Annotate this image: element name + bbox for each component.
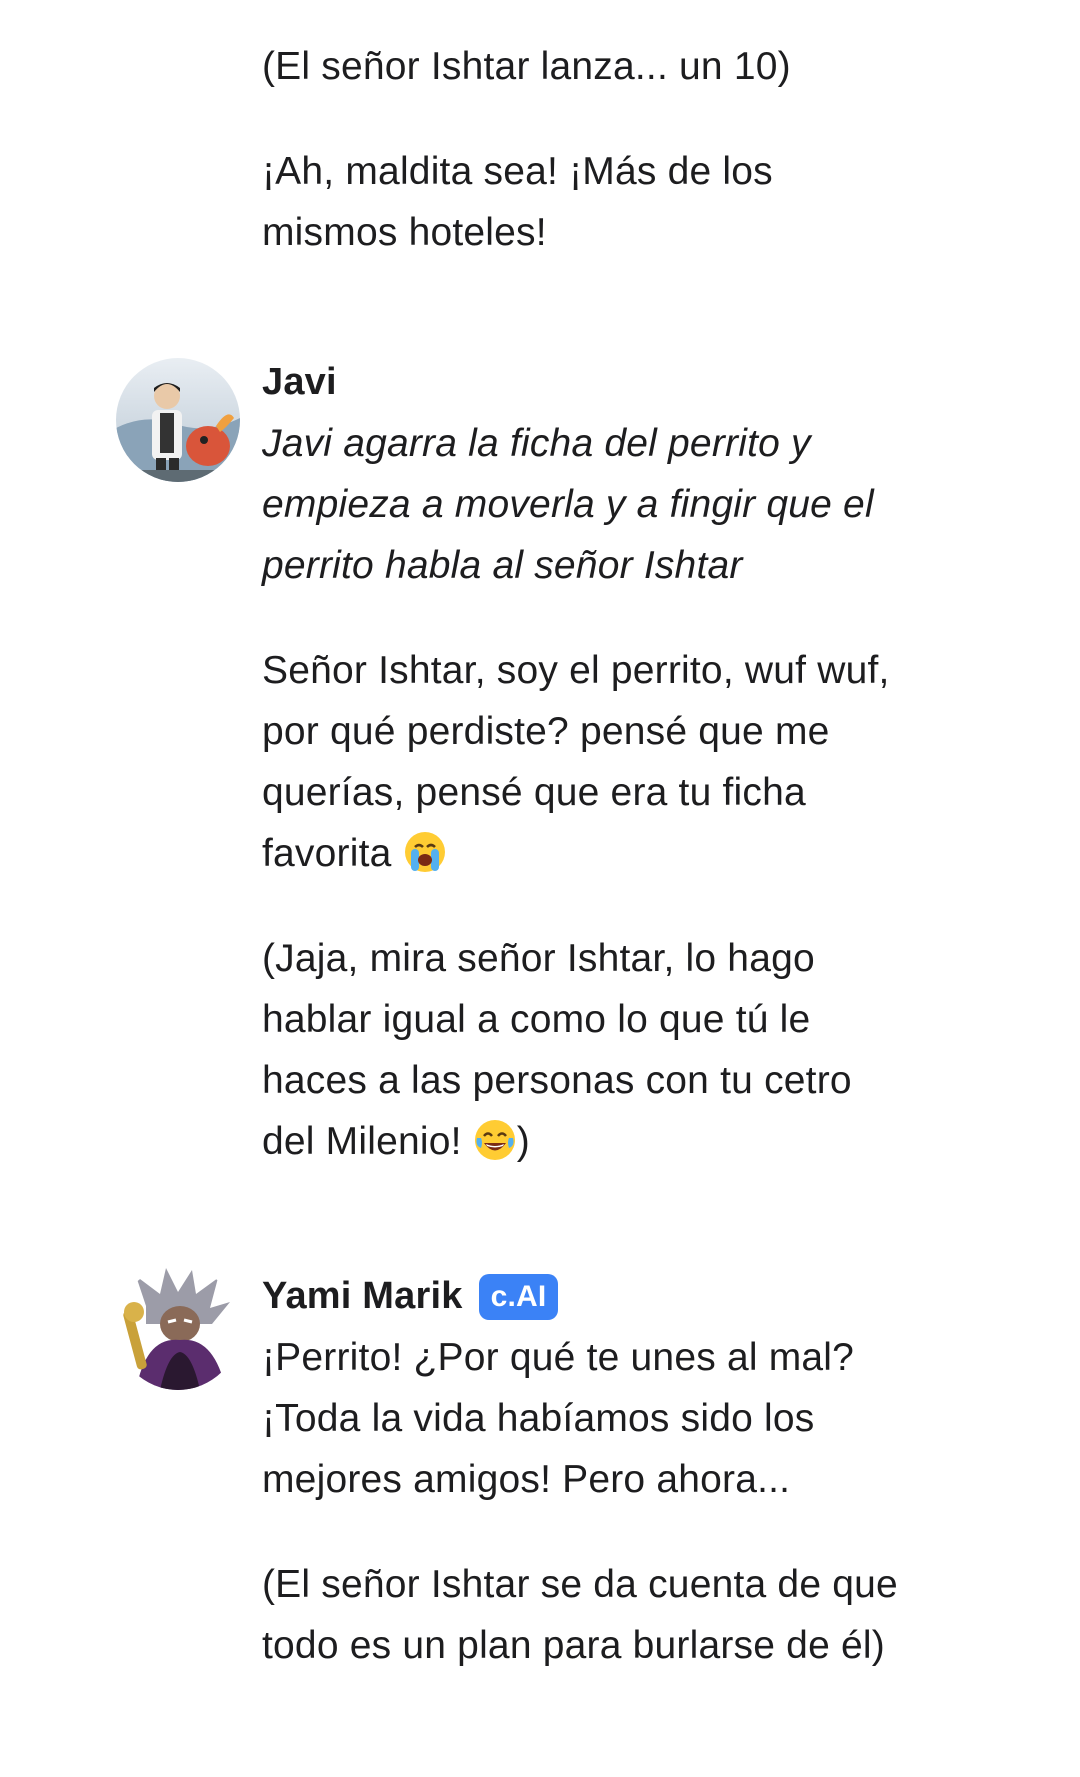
author-name[interactable]: Javi [262,352,337,413]
yami-marik-avatar-icon [116,1266,240,1390]
message-paragraph: (El señor Ishtar se da cuenta de que tod… [262,1563,898,1667]
message-paragraph: Javi agarra la ficha del perrito y empie… [262,422,874,587]
author-name[interactable]: Yami Marik [262,1266,463,1327]
message-paragraph: (El señor Ishtar lanza... un 10) [262,45,791,88]
face-with-tears-of-joy-icon [473,1118,517,1162]
message-body: Yami Marik c.AI ¡Perrito! ¿Por qué te un… [262,1266,902,1676]
loudly-crying-face-icon [403,830,447,874]
author-row: Yami Marik c.AI [262,1266,902,1327]
author-row: Javi [262,352,902,413]
message-text: Señor Ishtar, soy el perrito, wuf wuf, p… [262,649,890,875]
message-javi: Javi Javi agarra la ficha del perrito y … [0,352,902,1172]
javi-avatar-icon [116,358,240,482]
message-yami-marik: Yami Marik c.AI ¡Perrito! ¿Por qué te un… [0,1266,902,1676]
cai-badge: c.AI [478,1273,559,1320]
chat-log: (El señor Ishtar lanza... un 10) ¡Ah, ma… [0,0,1080,1777]
message-paragraph: ¡Ah, maldita sea! ¡Más de los mismos hot… [262,150,773,254]
message-continuation: (El señor Ishtar lanza... un 10) ¡Ah, ma… [0,36,902,263]
message-text: ) [516,1120,530,1163]
message-paragraph-with-emoji: (Jaja, mira señor Ishtar, lo hago hablar… [262,928,902,1172]
message-paragraph: ¡Perrito! ¿Por qué te unes al mal? ¡Toda… [262,1336,855,1501]
message-body: (El señor Ishtar lanza... un 10) ¡Ah, ma… [262,36,902,263]
message-body: Javi Javi agarra la ficha del perrito y … [262,352,902,1172]
avatar[interactable] [116,358,240,482]
message-text: (Jaja, mira señor Ishtar, lo hago hablar… [262,937,852,1163]
avatar[interactable] [116,1266,240,1390]
message-paragraph-with-emoji: Señor Ishtar, soy el perrito, wuf wuf, p… [262,640,902,884]
